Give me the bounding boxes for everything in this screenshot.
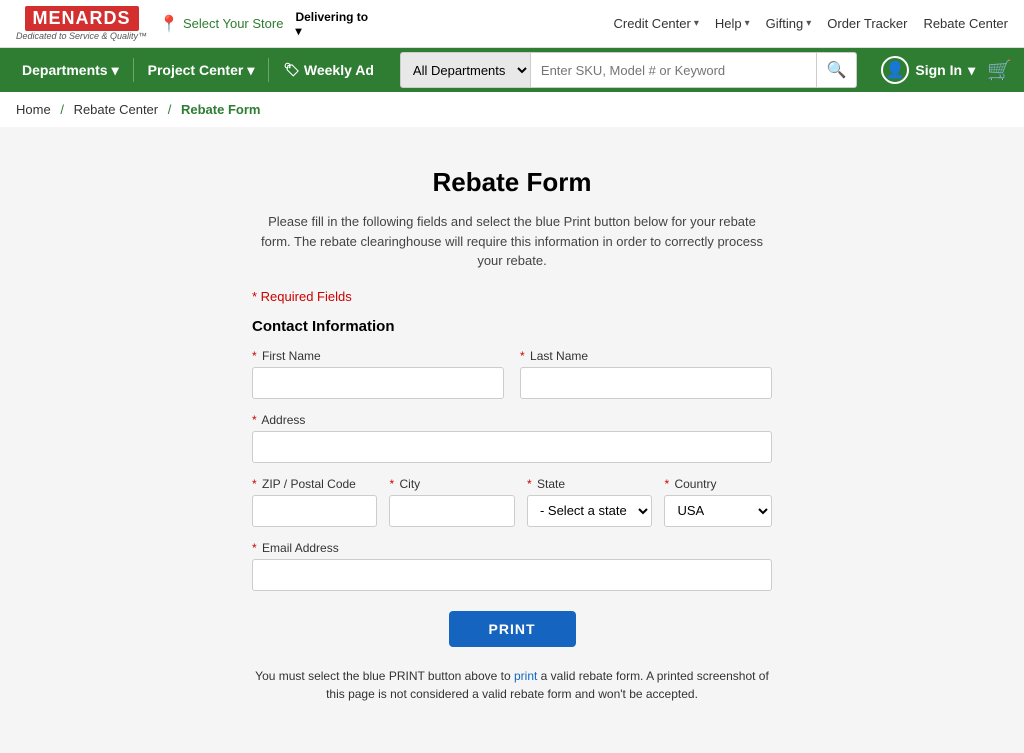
search-button[interactable]: 🔍 — [817, 52, 857, 88]
address-field: * Address — [252, 413, 772, 463]
top-bar-right: Credit Center ▾ Help ▾ Gifting ▾ Order T… — [614, 16, 1008, 31]
breadcrumb-home[interactable]: Home — [16, 102, 51, 117]
top-bar-left: MENARDS Dedicated to Service & Quality™ … — [16, 6, 368, 41]
delivering-label: Delivering to — [295, 10, 368, 24]
last-name-input[interactable] — [520, 367, 772, 399]
zip-field: * ZIP / Postal Code — [252, 477, 377, 527]
breadcrumb-separator-1: / — [60, 102, 64, 117]
breadcrumb: Home / Rebate Center / Rebate Form — [0, 92, 1024, 127]
store-selector-label: Select Your Store — [183, 16, 283, 31]
logo-text: MENARDS — [25, 6, 139, 31]
zip-label: * ZIP / Postal Code — [252, 477, 377, 491]
required-note: * Required Fields — [252, 289, 772, 304]
required-star: * — [520, 349, 525, 363]
logo[interactable]: MENARDS Dedicated to Service & Quality™ — [16, 6, 147, 41]
required-star: * — [527, 477, 532, 491]
sign-in-button[interactable]: 👤 Sign In ▾ — [881, 56, 975, 84]
email-field: * Email Address — [252, 541, 772, 591]
country-select[interactable]: USA — [664, 495, 772, 527]
search-area: All Departments 🔍 — [400, 52, 857, 88]
last-name-label: * Last Name — [520, 349, 772, 363]
print-button[interactable]: PRINT — [449, 611, 576, 647]
nav-divider-2 — [268, 58, 269, 82]
project-center-chevron-icon: ▾ — [247, 62, 254, 79]
state-select[interactable]: - Select a state - — [527, 495, 652, 527]
address-input[interactable] — [252, 431, 772, 463]
top-bar: MENARDS Dedicated to Service & Quality™ … — [0, 0, 1024, 48]
project-center-label: Project Center — [148, 62, 244, 78]
city-label: * City — [389, 477, 514, 491]
location-row: * ZIP / Postal Code * City * State - Sel — [252, 477, 772, 527]
state-label: * State — [527, 477, 652, 491]
account-icon: 👤 — [881, 56, 909, 84]
nav-divider — [133, 58, 134, 82]
breadcrumb-separator-2: / — [168, 102, 172, 117]
breadcrumb-rebate-center[interactable]: Rebate Center — [74, 102, 159, 117]
required-star: * — [389, 477, 394, 491]
departments-label: Departments — [22, 62, 108, 78]
print-notice: You must select the blue PRINT button ab… — [252, 667, 772, 703]
rebate-form-container: Rebate Form Please fill in the following… — [222, 147, 802, 733]
email-row: * Email Address — [252, 541, 772, 591]
credit-center-link[interactable]: Credit Center ▾ — [614, 16, 699, 31]
first-name-input[interactable] — [252, 367, 504, 399]
form-description: Please fill in the following fields and … — [252, 212, 772, 271]
weekly-ad-icon: 🏷 — [283, 62, 300, 78]
required-star: * — [252, 413, 257, 427]
zip-input[interactable] — [252, 495, 377, 527]
city-input[interactable] — [389, 495, 514, 527]
cart-icon[interactable]: 🛒 — [987, 58, 1012, 83]
city-field: * City — [389, 477, 514, 527]
print-link[interactable]: print — [514, 669, 537, 683]
order-tracker-link[interactable]: Order Tracker — [827, 16, 907, 31]
gifting-link[interactable]: Gifting ▾ — [766, 16, 812, 31]
name-row: * First Name * Last Name — [252, 349, 772, 399]
location-icon: 📍 — [159, 14, 179, 34]
required-star: * — [664, 477, 669, 491]
departments-chevron-icon: ▾ — [112, 62, 119, 79]
required-star: * — [252, 349, 257, 363]
search-icon: 🔍 — [827, 60, 847, 80]
email-input[interactable] — [252, 559, 772, 591]
main-nav: Departments ▾ Project Center ▾ 🏷 Weekly … — [0, 48, 1024, 92]
chevron-down-icon: ▾ — [806, 18, 811, 29]
chevron-down-icon: ▾ — [745, 18, 750, 29]
departments-nav-item[interactable]: Departments ▾ — [12, 48, 129, 92]
rebate-center-link[interactable]: Rebate Center — [923, 16, 1008, 31]
last-name-field: * Last Name — [520, 349, 772, 399]
main-content: Rebate Form Please fill in the following… — [0, 127, 1024, 753]
contact-info-title: Contact Information — [252, 318, 772, 335]
sign-in-area: 👤 Sign In ▾ 🛒 — [881, 56, 1012, 84]
first-name-field: * First Name — [252, 349, 504, 399]
weekly-ad-label: Weekly Ad — [304, 62, 374, 78]
breadcrumb-current: Rebate Form — [181, 102, 260, 117]
state-field: * State - Select a state - — [527, 477, 652, 527]
logo-tagline: Dedicated to Service & Quality™ — [16, 31, 147, 41]
sign-in-chevron-icon: ▾ — [968, 62, 975, 79]
project-center-nav-item[interactable]: Project Center ▾ — [138, 48, 265, 92]
sign-in-label: Sign In — [915, 62, 962, 78]
delivering-arrow: ▾ — [295, 24, 368, 38]
address-row: * Address — [252, 413, 772, 463]
chevron-down-icon: ▾ — [694, 18, 699, 29]
delivering-to[interactable]: Delivering to ▾ — [295, 10, 368, 38]
help-link[interactable]: Help ▾ — [715, 16, 750, 31]
country-label: * Country — [664, 477, 772, 491]
weekly-ad-nav-item[interactable]: 🏷 Weekly Ad — [273, 48, 384, 92]
search-input[interactable] — [530, 52, 817, 88]
first-name-label: * First Name — [252, 349, 504, 363]
form-title: Rebate Form — [252, 167, 772, 198]
store-selector[interactable]: 📍 Select Your Store — [159, 14, 283, 34]
required-star: * — [252, 477, 257, 491]
country-field: * Country USA — [664, 477, 772, 527]
department-select[interactable]: All Departments — [400, 52, 530, 88]
address-label: * Address — [252, 413, 772, 427]
